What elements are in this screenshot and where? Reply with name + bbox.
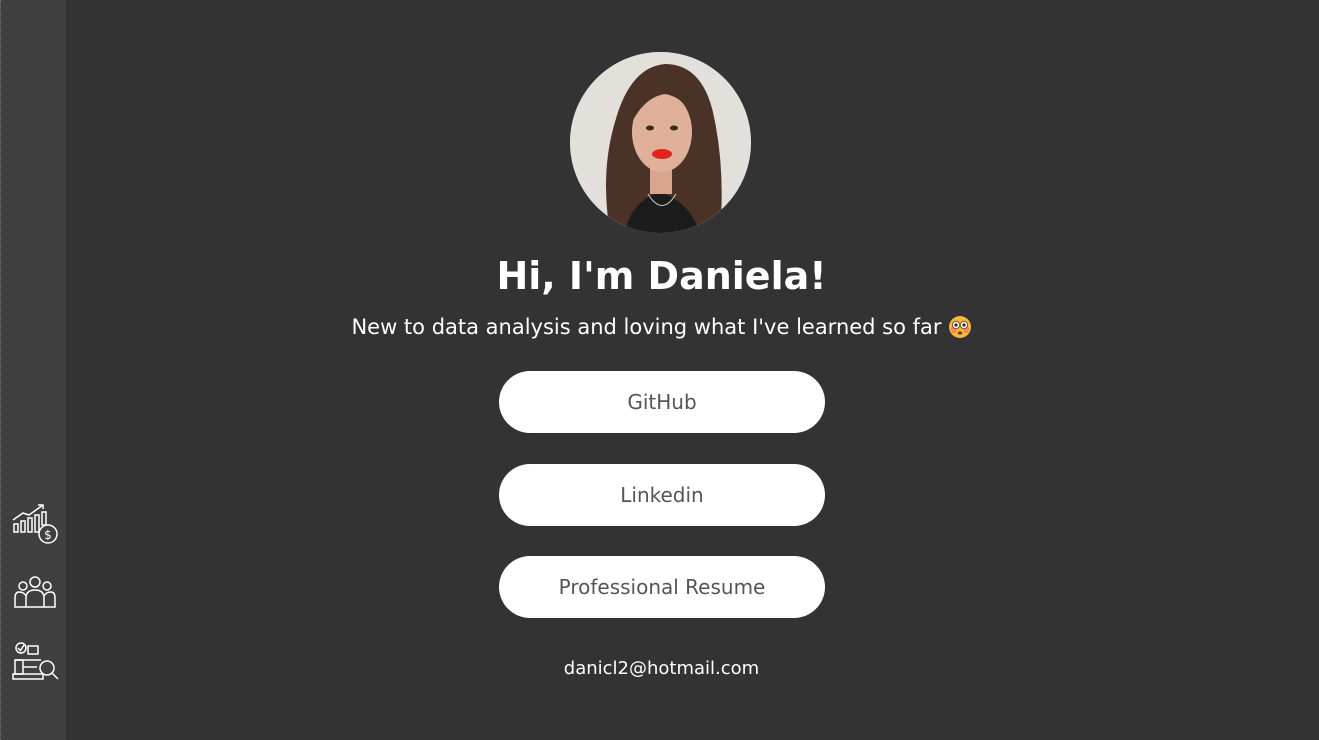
profile-photo [570, 52, 751, 233]
page-title: Hi, I'm Daniela! [496, 254, 827, 298]
linkedin-button[interactable]: Linkedin [499, 464, 825, 526]
flushed-face-emoji-icon [948, 315, 972, 339]
analysis-magnifier-icon[interactable] [11, 640, 59, 684]
growth-chart-dollar-icon[interactable]: $ [11, 503, 59, 547]
resume-button[interactable]: Professional Resume [499, 556, 825, 618]
email-address[interactable]: danicl2@hotmail.com [66, 656, 1257, 682]
tagline-text: New to data analysis and loving what I'v… [351, 315, 942, 339]
github-button[interactable]: GitHub [499, 371, 825, 433]
team-people-icon[interactable] [11, 572, 59, 616]
tagline: New to data analysis and loving what I'v… [66, 312, 1257, 342]
svg-text:$: $ [44, 528, 52, 542]
main-content: Hi, I'm Daniela! New to data analysis an… [66, 0, 1319, 740]
sidebar: $ [0, 0, 66, 740]
